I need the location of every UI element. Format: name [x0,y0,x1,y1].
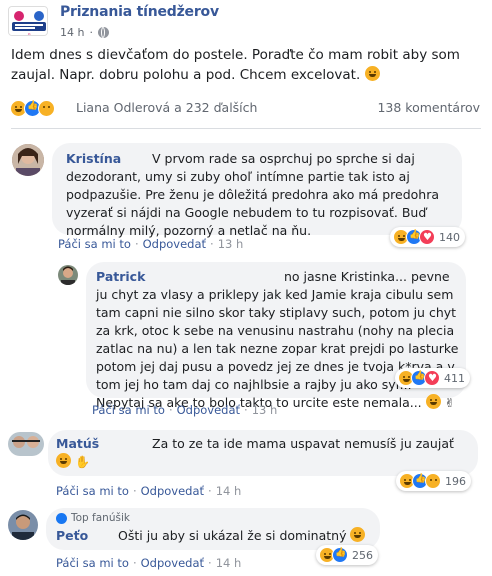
comment-actions: Páči sa mi to · Odpovedať · 13 h [58,237,244,251]
grin-emoji-icon [425,394,441,409]
comment-reactions[interactable]: 196 [396,471,471,491]
reply-link[interactable]: Odpovedať [141,556,204,570]
post-time[interactable]: 14 h [60,26,84,39]
comment-text: Ošti ju aby si ukázal že si dominatný [118,527,366,545]
avatar[interactable] [8,432,44,456]
page-name[interactable]: Priznania tínedžerov [60,4,219,20]
like-reaction-icon [332,547,348,563]
post-meta: 14 h · [60,26,109,39]
like-link[interactable]: Páči sa mi to [56,556,129,570]
reaction-count: 196 [445,474,466,488]
comments-count[interactable]: 138 komentárov [377,100,480,115]
avatar[interactable] [8,510,38,540]
comment-actions: Páči sa mi to · Odpovedať · 14 h [56,556,242,570]
comment-actions: Páči sa mi to · Odpovedať · 13 h [92,403,278,417]
reaction-count: 411 [444,371,465,385]
reply-link[interactable]: Odpovedať [141,484,204,498]
reaction-count: 140 [439,230,460,244]
sad-reaction-icon [38,99,55,117]
page-avatar[interactable]: ♀ [8,6,48,36]
post-reactions[interactable] [10,99,55,117]
comment-reactions[interactable]: 140 [390,227,465,247]
reply-link[interactable]: Odpovedať [143,237,206,251]
comment-time[interactable]: 14 h [216,484,242,498]
smile-emoji-icon [56,453,71,468]
comment-actions: Páči sa mi to · Odpovedať · 14 h [56,484,242,498]
avatar[interactable] [58,265,78,285]
like-link[interactable]: Páči sa mi to [92,403,165,417]
svg-text:♀: ♀ [28,32,31,36]
reactors-summary[interactable]: Liana Odlerová a 232 ďalších [76,100,257,115]
love-reaction-icon [419,229,435,245]
love-reaction-icon [424,370,440,386]
comment-text: Za to ze ta ide mama uspavat nemusíš ju … [56,435,470,471]
comment-time[interactable]: 13 h [218,237,244,251]
wink-kiss-emoji-icon [364,66,380,81]
comment-time[interactable]: 13 h [252,403,278,417]
divider [11,128,481,129]
avatar[interactable] [12,144,44,176]
comment-text: V prvom rade sa osprchuj po sprche si da… [66,151,440,238]
reply-link[interactable]: Odpovedať [177,403,240,417]
globe-icon [97,27,109,38]
comment-time[interactable]: 14 h [216,556,242,570]
ok-hand-icon: ✋ [74,455,90,469]
like-link[interactable]: Páči sa mi to [56,484,129,498]
top-fan-badge: Top fanúšik [56,512,130,524]
comment-reactions[interactable]: 256 [316,545,378,565]
sad-reaction-icon [425,473,441,489]
comment-author[interactable]: Peťo [56,528,88,543]
grin-emoji-icon [350,527,366,542]
comment-text: no jasne Kristinka... pevne ju chyt za v… [96,269,459,410]
comment-reactions[interactable]: 411 [395,368,470,388]
top-fan-icon [56,512,67,524]
like-link[interactable]: Páči sa mi to [58,237,131,251]
victory-hand-icon: ✌ [444,396,455,410]
post-text: Idem dnes s dievčaťom do postele. Poraďt… [11,47,460,83]
reaction-count: 256 [352,548,373,562]
